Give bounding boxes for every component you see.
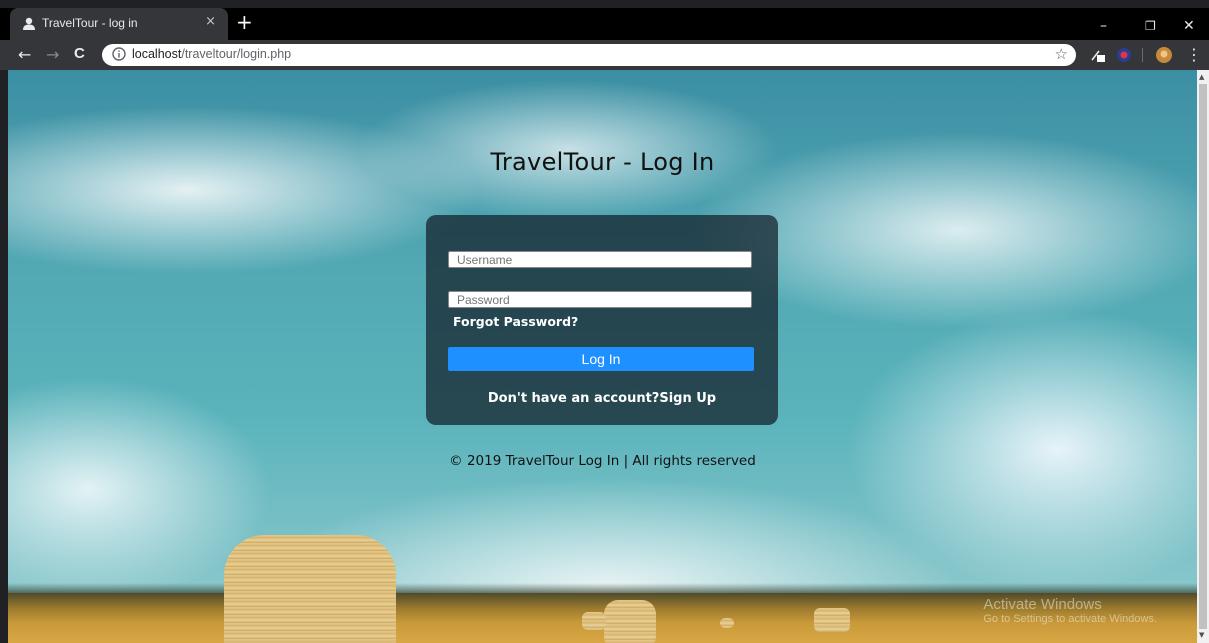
vertical-scrollbar[interactable]: ▲ ▼ xyxy=(1197,70,1209,643)
hay-bale xyxy=(814,608,850,632)
footer-text: © 2019 TravelTour Log In | All rights re… xyxy=(449,453,756,469)
url-path: /traveltour/login.php xyxy=(181,47,292,61)
address-bar[interactable]: localhost/traveltour/login.php ☆ xyxy=(102,44,1076,66)
toolbar-divider xyxy=(1142,48,1143,62)
extension-icon[interactable] xyxy=(1116,47,1132,63)
profile-avatar-icon[interactable] xyxy=(1156,47,1172,63)
tab-title: TravelTour - log in xyxy=(42,16,138,30)
signup-link[interactable]: Sign Up xyxy=(659,391,716,406)
hay-bale xyxy=(604,600,656,643)
browser-window: – ❐ ✕ TravelTour - log in × + ← → C loca… xyxy=(0,0,1209,643)
url-text[interactable]: localhost/traveltour/login.php xyxy=(132,47,291,61)
browser-toolbar: ← → C localhost/traveltour/login.php ☆ ⋮ xyxy=(0,40,1209,70)
watermark-title: Activate Windows xyxy=(983,596,1102,613)
restore-button[interactable]: ❐ xyxy=(1145,19,1156,33)
username-input[interactable] xyxy=(448,251,752,268)
signup-prompt: Don't have an account? xyxy=(487,391,660,406)
signup-line: Don't have an account?Sign Up xyxy=(426,391,778,406)
user-icon xyxy=(23,17,35,30)
watermark-subtitle: Go to Settings to activate Windows. xyxy=(983,613,1157,625)
tab-close-icon[interactable]: × xyxy=(205,14,216,29)
windows-activation-watermark: Activate Windows Go to Settings to activ… xyxy=(983,596,1157,625)
bookmark-star-icon[interactable]: ☆ xyxy=(1055,45,1068,63)
extension-icon[interactable] xyxy=(1090,47,1106,63)
minimize-button[interactable]: – xyxy=(1100,18,1107,34)
password-input[interactable] xyxy=(448,291,752,308)
hay-bale xyxy=(720,618,734,628)
back-button[interactable]: ← xyxy=(18,45,31,64)
hay-bale xyxy=(582,612,606,630)
forward-button[interactable]: → xyxy=(46,45,59,64)
browser-menu-icon[interactable]: ⋮ xyxy=(1186,45,1202,64)
login-button[interactable]: Log In xyxy=(448,347,754,371)
forgot-password-link[interactable]: Forgot Password? xyxy=(453,314,578,329)
page-viewport: TravelTour - Log In Forgot Password? Log… xyxy=(8,70,1197,643)
scrollbar-thumb[interactable] xyxy=(1199,84,1207,629)
new-tab-button[interactable]: + xyxy=(236,12,253,32)
login-form: Forgot Password? Log In Don't have an ac… xyxy=(426,215,778,425)
reload-button[interactable]: C xyxy=(74,45,85,62)
page-title: TravelTour - Log In xyxy=(490,148,715,176)
scroll-up-arrow-icon[interactable]: ▲ xyxy=(1199,73,1204,81)
hay-bale xyxy=(224,535,396,643)
url-host: localhost xyxy=(132,47,182,61)
browser-tab[interactable]: TravelTour - log in × xyxy=(10,8,228,40)
scroll-down-arrow-icon[interactable]: ▼ xyxy=(1199,631,1204,639)
close-window-button[interactable]: ✕ xyxy=(1183,18,1195,34)
info-icon[interactable] xyxy=(112,47,126,61)
